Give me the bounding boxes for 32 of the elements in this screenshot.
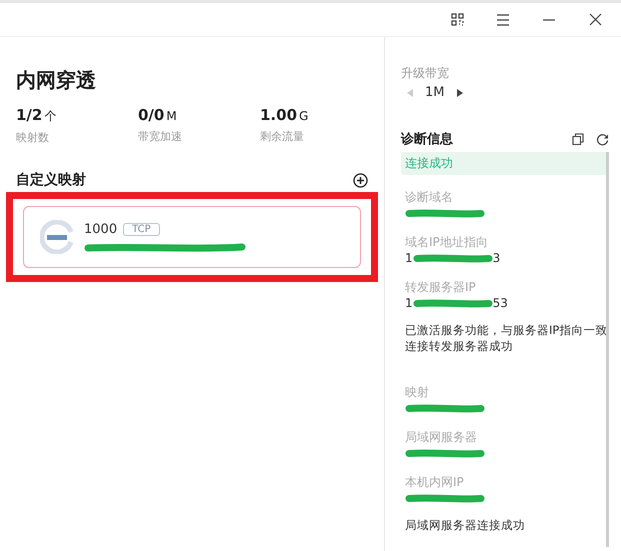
field-label: 转发服务器IP (405, 279, 477, 296)
field-label: 本机内网IP (405, 474, 465, 492)
value-fragment: 3 (492, 251, 500, 265)
stat-label: 剩余流量 (260, 129, 305, 144)
copy-icon[interactable] (572, 133, 584, 145)
bandwidth-value: 1M (425, 85, 444, 100)
value-fragment: 1 (405, 296, 413, 310)
value-fragment: 1 (405, 251, 413, 265)
stat-value: 0/0 M (138, 106, 178, 124)
field-label: 诊断域名 (405, 189, 454, 206)
status-banner: 连接成功 (401, 152, 609, 175)
refresh-icon[interactable] (596, 132, 609, 146)
increase-icon[interactable] (456, 88, 462, 96)
section-title: 自定义映射 (16, 171, 86, 189)
protocol-tag: TCP (123, 222, 160, 236)
status-message: 局域网服务器连接成功 (404, 517, 526, 534)
add-icon[interactable] (353, 172, 368, 188)
field-label: 局域网服务器 (405, 429, 478, 446)
stat-label: 映射数 (16, 130, 50, 145)
page-title: 内网穿透 (16, 67, 97, 94)
value-fragment: 53 (492, 296, 508, 310)
field-label: 映射 (405, 384, 430, 402)
section-title: 诊断信息 (401, 131, 454, 148)
status-message: 已激活服务功能，与服务器IP指向一致连接转发服务器成功 (404, 322, 608, 354)
mapping-card[interactable]: 1000 TCP (23, 206, 361, 268)
upgrade-label: 升级带宽 (401, 65, 450, 82)
stat-label: 带宽加速 (138, 129, 183, 144)
stat-value: 1/2 个 (16, 106, 58, 125)
stat-value: 1.00 G (260, 106, 310, 124)
field-label: 域名IP地址指向 (405, 234, 489, 251)
logo-icon (40, 220, 74, 254)
port-number: 1000 (84, 222, 118, 236)
